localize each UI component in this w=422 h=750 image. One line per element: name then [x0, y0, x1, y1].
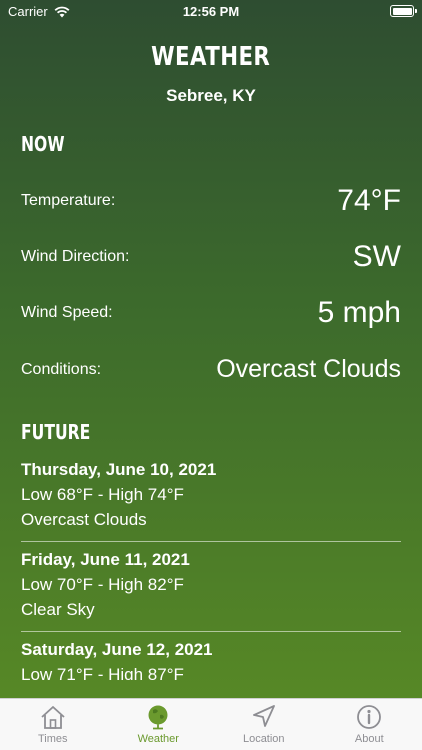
forecast-range: Low 71°F - High 87°F: [21, 665, 184, 680]
forecast-date: Thursday, June 10, 2021: [21, 460, 217, 479]
forecast-item[interactable]: Thursday, June 10, 2021 Low 68°F - High …: [0, 452, 422, 542]
status-bar: Carrier 12:56 PM: [0, 0, 422, 24]
forecast-range: Low 70°F - High 82°F: [21, 575, 184, 594]
temperature-value: 74°F: [337, 184, 401, 217]
tab-label: About: [354, 733, 384, 745]
wind-direction-label: Wind Direction:: [21, 248, 130, 265]
forecast-date: Saturday, June 12, 2021: [21, 640, 213, 659]
conditions-value: Overcast Clouds: [216, 355, 401, 383]
forecast-range: Low 68°F - High 74°F: [21, 485, 184, 504]
wind-direction-value: SW: [352, 240, 401, 273]
conditions-row: Conditions: Overcast Clouds: [21, 355, 401, 384]
tab-about[interactable]: About: [317, 699, 422, 750]
tab-label: Times: [37, 733, 68, 745]
wind-speed-value: 5 mph: [317, 296, 401, 329]
forecast-item[interactable]: Friday, June 11, 2021 Low 70°F - High 82…: [0, 542, 422, 632]
temperature-row: Temperature: 74°F: [21, 184, 401, 218]
tab-location[interactable]: Location: [211, 699, 317, 750]
status-time: 12:56 PM: [182, 4, 240, 19]
location-arrow-icon: [252, 705, 275, 727]
forecast-date: Friday, June 11, 2021: [21, 550, 190, 569]
forecast-conditions: Clear Sky: [21, 600, 95, 619]
forecast-list[interactable]: Thursday, June 10, 2021 Low 68°F - High …: [0, 452, 422, 680]
wind-speed-label: Wind Speed:: [21, 304, 113, 321]
tab-label: Location: [242, 733, 285, 745]
tab-weather[interactable]: Weather: [106, 699, 212, 750]
battery-icon: [390, 5, 417, 17]
info-icon: [357, 705, 382, 729]
conditions-label: Conditions:: [21, 360, 102, 378]
house-icon: [41, 706, 65, 729]
location-label: Sebree, KY: [166, 86, 256, 105]
forecast-conditions: Overcast Clouds: [21, 510, 147, 529]
wind-speed-row: Wind Speed: 5 mph: [21, 296, 401, 330]
future-section-title: FUTURE: [21, 420, 91, 444]
tab-bar: Times Weather Location About: [0, 698, 422, 750]
page-title: WEATHER: [151, 42, 271, 72]
header: WEATHER Sebree, KY: [0, 42, 422, 106]
tab-label: Weather: [137, 733, 179, 745]
tab-times[interactable]: Times: [0, 699, 106, 750]
wind-direction-row: Wind Direction: SW: [21, 240, 401, 274]
forecast-item[interactable]: Saturday, June 12, 2021 Low 71°F - High …: [0, 632, 422, 680]
globe-icon: [148, 705, 168, 730]
temperature-label: Temperature:: [21, 192, 116, 209]
now-section-title: NOW: [21, 132, 65, 156]
